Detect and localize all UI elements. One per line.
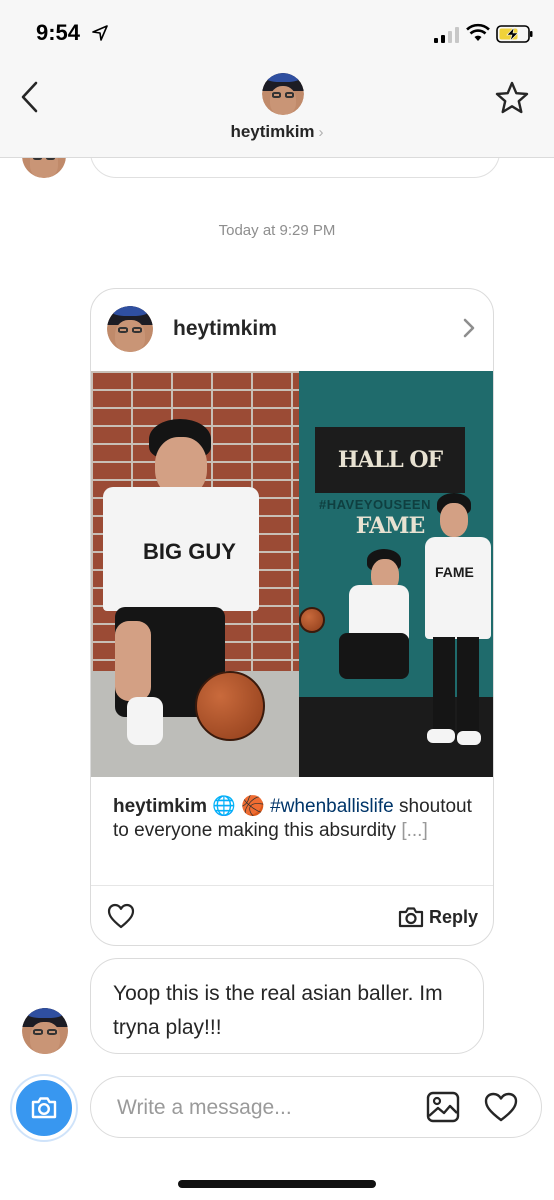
message-composer[interactable] <box>90 1076 542 1138</box>
basketball <box>299 607 325 633</box>
star-icon[interactable] <box>494 80 530 116</box>
home-indicator[interactable] <box>178 1180 376 1188</box>
battery-charging-icon <box>496 25 533 43</box>
heart-icon[interactable] <box>107 903 135 929</box>
caption-username[interactable]: heytimkim <box>113 796 207 817</box>
camera-button[interactable] <box>12 1076 76 1140</box>
message-bubble[interactable]: Yoop this is the real asian baller. Im t… <box>90 958 484 1054</box>
shared-post-card[interactable]: heytimkim BIG GUY HALL OF FAME #HAVEYOUS… <box>90 288 494 946</box>
post-username[interactable]: heytimkim <box>173 317 277 341</box>
message-timestamp: Today at 9:29 PM <box>218 222 336 239</box>
conversation-title[interactable]: heytimkim › <box>0 122 554 142</box>
chevron-right-icon: › <box>318 124 324 141</box>
basketball <box>195 671 265 741</box>
username-label[interactable]: heytimkim <box>230 122 314 141</box>
chevron-right-icon[interactable] <box>461 317 477 339</box>
caption-emojis: 🌐 🏀 <box>212 796 265 817</box>
wifi-icon <box>466 23 490 41</box>
shirt-graphic: BIG GUY <box>143 539 236 564</box>
camera-icon <box>31 1097 57 1119</box>
hashtag-sign: #HAVEYOUSEEN <box>319 497 431 512</box>
post-image[interactable]: BIG GUY HALL OF FAME #HAVEYOUSEEN FAME <box>91 371 493 777</box>
divider <box>91 885 493 886</box>
status-bar: 9:54 <box>0 0 554 62</box>
caption-more[interactable]: [...] <box>401 820 427 841</box>
avatar[interactable] <box>22 1008 68 1054</box>
shirt-graphic: FAME <box>435 564 474 580</box>
message-text: Yoop this is the real asian baller. Im t… <box>113 982 443 1039</box>
conversation-header: heytimkim › <box>0 62 554 158</box>
reply-button[interactable]: Reply <box>397 903 478 931</box>
reply-label[interactable]: Reply <box>429 907 478 928</box>
caption-hashtag[interactable]: #whenballislife <box>270 796 394 817</box>
signal-icon <box>434 27 459 43</box>
back-chevron-icon[interactable] <box>16 80 44 114</box>
avatar[interactable] <box>262 73 304 115</box>
hall-of-fame-sign: HALL OF FAME <box>315 427 465 539</box>
location-arrow-icon <box>92 25 108 41</box>
post-caption[interactable]: heytimkim 🌐 🏀 #whenballislife shoutout t… <box>113 795 483 843</box>
camera-icon <box>398 907 424 928</box>
photo-right: HALL OF FAME #HAVEYOUSEEN FAME <box>299 371 493 777</box>
message-input[interactable] <box>117 1093 407 1123</box>
avatar[interactable] <box>107 306 153 352</box>
gallery-icon[interactable] <box>425 1090 461 1124</box>
post-header[interactable]: heytimkim <box>91 289 493 371</box>
heart-icon[interactable] <box>483 1091 519 1123</box>
photo-left: BIG GUY <box>91 371 299 777</box>
status-time: 9:54 <box>36 20 81 45</box>
